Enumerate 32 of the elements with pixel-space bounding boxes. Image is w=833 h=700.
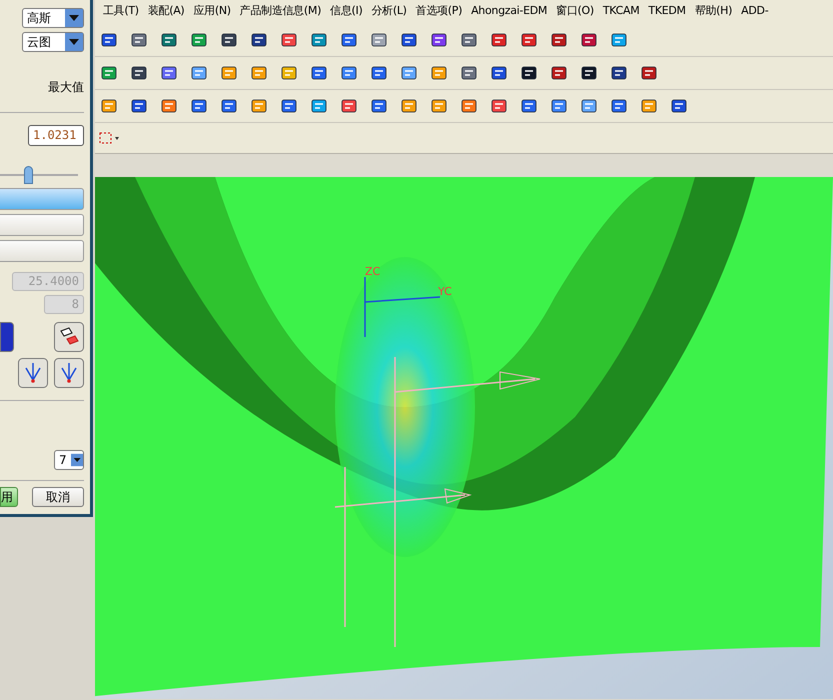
- disabled-field: 8: [44, 295, 84, 314]
- menu-item[interactable]: 应用(N): [193, 2, 231, 20]
- axes-button[interactable]: [18, 358, 48, 388]
- menu-item[interactable]: TKEDM: [648, 2, 686, 20]
- cancel-button[interactable]: 取消: [32, 487, 84, 507]
- menu-item[interactable]: 帮助(H): [694, 2, 732, 20]
- max-label: 最大值: [48, 79, 84, 96]
- axis-label: YC: [438, 285, 452, 298]
- menu-item[interactable]: 工具(T): [103, 2, 139, 20]
- menu-item[interactable]: 装配(A): [148, 2, 184, 20]
- axis-label: ZC: [365, 265, 380, 278]
- menu-item[interactable]: 产品制造信息(M): [240, 2, 322, 20]
- type-dropdown[interactable]: 高斯: [22, 8, 84, 28]
- count-dropdown[interactable]: 7: [54, 450, 84, 470]
- menu-item[interactable]: 窗口(O): [556, 2, 594, 20]
- option-button[interactable]: [0, 214, 84, 236]
- menu-item[interactable]: 分析(L): [371, 2, 407, 20]
- cube-button[interactable]: [0, 322, 14, 352]
- max-value-field[interactable]: 1.0231: [28, 125, 84, 146]
- menu-item[interactable]: 首选项(P): [416, 2, 462, 20]
- surface-mesh-button[interactable]: [54, 322, 84, 352]
- menu-item[interactable]: 信息(I): [330, 2, 362, 20]
- slider-thumb[interactable]: [24, 166, 34, 184]
- menu-item[interactable]: TKCAM: [602, 2, 640, 20]
- selection-box-icon[interactable]: [99, 130, 121, 146]
- option-button[interactable]: [0, 240, 84, 262]
- slider-track[interactable]: [0, 166, 78, 184]
- menu-item[interactable]: ADD-: [741, 2, 768, 20]
- menu-item[interactable]: Ahongzai-EDM: [471, 2, 548, 20]
- apply-button[interactable]: 用: [0, 487, 18, 507]
- disabled-field: 25.4000: [12, 272, 84, 291]
- display-dropdown[interactable]: 云图: [22, 32, 84, 52]
